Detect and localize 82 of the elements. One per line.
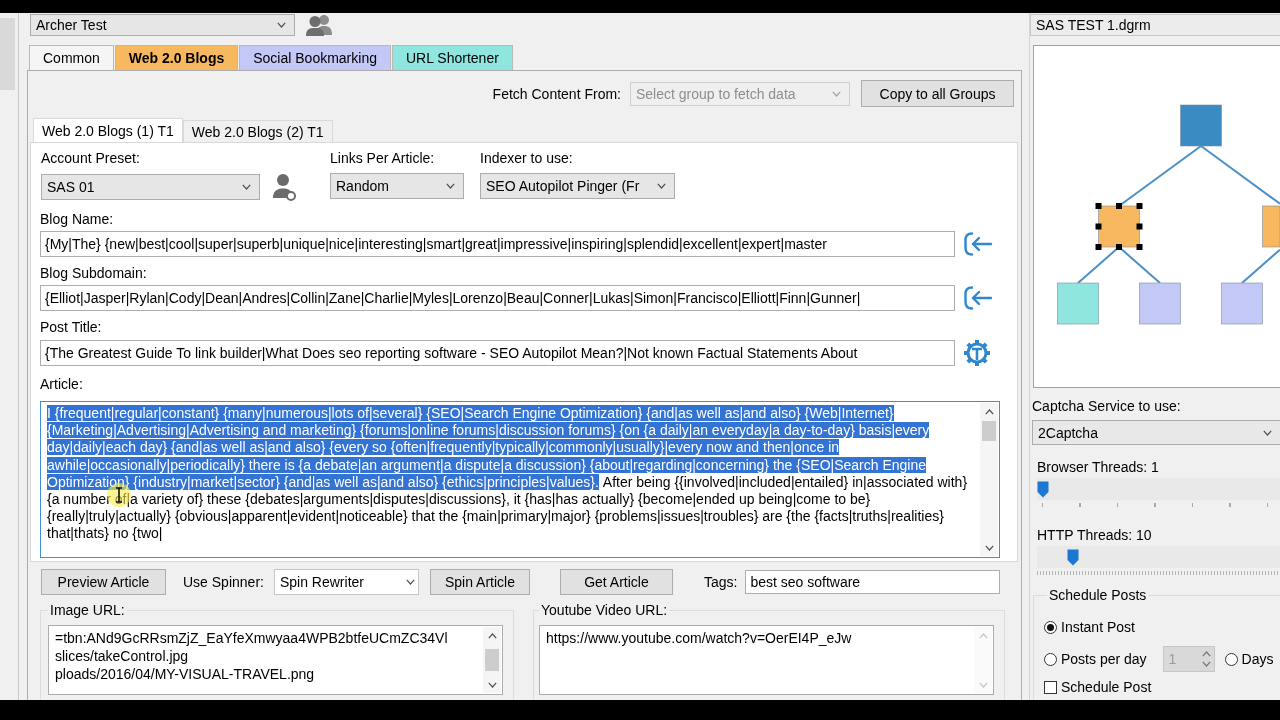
chevron-down-icon xyxy=(657,183,666,189)
tab[interactable]: Web 2.0 Blogs (2) T1 xyxy=(182,120,333,142)
spinner-dropdown[interactable]: Spin Rewriter xyxy=(273,569,419,595)
radio-button[interactable] xyxy=(1044,652,1057,666)
chevron-down-icon xyxy=(1263,429,1272,436)
radio-button[interactable] xyxy=(1044,620,1057,634)
field-label: Blog Subdomain: xyxy=(40,266,148,281)
copy-button[interactable]: Copy to all Groups xyxy=(861,80,1014,107)
tags-field[interactable]: best seo software xyxy=(745,570,1001,594)
chevron-down-icon xyxy=(242,184,251,190)
links-dropdown[interactable]: Random xyxy=(330,173,464,199)
scrollbar-thumb[interactable] xyxy=(982,421,996,441)
chevron-up-icon xyxy=(487,633,497,639)
slider-thumb[interactable] xyxy=(1037,480,1049,498)
radio-label[interactable]: Posts per day xyxy=(1061,651,1147,667)
diagram-node[interactable] xyxy=(1057,282,1099,325)
diagram-node[interactable] xyxy=(1180,104,1222,147)
chevron-down-icon xyxy=(277,22,286,28)
chevron-down-icon xyxy=(405,579,415,585)
preview-article-button[interactable]: Preview Article xyxy=(41,569,166,595)
diagram-node[interactable] xyxy=(1139,282,1181,325)
diagram-node[interactable] xyxy=(1221,282,1263,325)
tab[interactable]: Web 2.0 Blogs (1) T1 xyxy=(33,118,183,142)
text-field[interactable]: {My|The} {new|best|cool|super|superb|unique|nice|interesting|smart|great|impressive|inspiring|splendid|excellent|expert|master xyxy=(40,231,955,257)
vertical-scrollbar[interactable] xyxy=(483,627,501,693)
chevron-up-icon xyxy=(1201,651,1211,657)
diagram-node[interactable] xyxy=(1262,205,1280,248)
chevron-up-icon xyxy=(978,633,988,639)
slider-track[interactable] xyxy=(1037,478,1280,500)
checkbox-label[interactable]: Schedule Post xyxy=(1061,679,1152,695)
field-label: Blog Name: xyxy=(40,212,115,227)
scrollbar-thumb[interactable] xyxy=(485,649,499,671)
checkbox[interactable] xyxy=(1044,680,1057,694)
user-gear-icon[interactable] xyxy=(272,173,296,201)
field-label: Indexer to use: xyxy=(480,151,574,166)
radio-label[interactable]: Days xyxy=(1241,651,1274,667)
chevron-down-icon xyxy=(984,545,994,551)
chevron-down-icon xyxy=(832,90,841,97)
indexer-dropdown[interactable]: SEO Autopilot Pinger (Fr xyxy=(480,173,675,199)
field-label: Article: xyxy=(40,377,84,392)
text-field[interactable]: {The Greatest Guide To link builder|What Does seo reporting software - SEO Autopilot Mean?|Not known Factual Statements About xyxy=(40,340,955,366)
group-title: Youtube Video URL: xyxy=(540,602,669,618)
users-icon[interactable] xyxy=(305,14,333,36)
tags-label: Tags: xyxy=(703,574,738,590)
text-field[interactable]: {Elliot|Jasper|Rylan|Cody|Dean|Andres|Collin|Zane|Charlie|Myles|Lorenzo|Beau|Conner|Lukas|Simon|Francisco|Elliott|Finn|Gunner| xyxy=(40,285,955,311)
image-url-field[interactable]: =tbn:ANd9GcRRsmZjZ_EaYfeXmwyaa4WPB2btfeUCmZC34Vl slices/takeControl.jpg ploads/2016/04/MY-VISUAL-TRAVEL.png xyxy=(48,625,503,695)
group-title: Schedule Posts xyxy=(1048,587,1148,603)
chevron-down-icon xyxy=(487,682,497,688)
group-title: Image URL: xyxy=(49,602,126,618)
field-label: Account Preset: xyxy=(41,151,141,166)
chevron-down-icon xyxy=(446,183,455,189)
slider-track[interactable] xyxy=(1037,546,1280,568)
slider-label: HTTP Threads: 10 xyxy=(1037,527,1153,543)
fetch-label: Fetch Content From: xyxy=(492,85,621,102)
tab[interactable]: Common xyxy=(29,45,114,70)
vertical-scrollbar[interactable] xyxy=(980,403,998,556)
vertical-scrollbar[interactable] xyxy=(974,627,992,693)
field-label: Links Per Article: xyxy=(330,151,436,166)
chevron-down-icon xyxy=(978,682,988,688)
profile-dropdown[interactable]: Archer Test xyxy=(30,14,295,36)
youtube-url-field[interactable]: https://www.youtube.com/watch?v=OerEI4P_eJw xyxy=(539,625,994,695)
chevron-down-icon xyxy=(1201,661,1211,667)
field-label: Post Title: xyxy=(40,320,103,335)
spin-article-button[interactable]: Spin Article xyxy=(429,569,530,595)
chevron-up-icon xyxy=(984,409,994,415)
connector-line xyxy=(1241,248,1280,284)
connector-line xyxy=(1118,246,1161,284)
slider-label: Browser Threads: 1 xyxy=(1037,459,1160,475)
tab[interactable]: URL Shortener xyxy=(391,45,513,70)
tab[interactable]: Social Bookmarking xyxy=(239,45,391,70)
spinner-label: Use Spinner: xyxy=(183,574,264,590)
captcha-dropdown[interactable]: 2Captcha xyxy=(1032,420,1280,445)
get-article-button[interactable]: Get Article xyxy=(559,569,673,595)
radio-label[interactable]: Instant Post xyxy=(1061,619,1135,635)
tab[interactable]: Web 2.0 Blogs xyxy=(114,45,239,70)
file-name-field[interactable]: SAS TEST 1.dgrm xyxy=(1030,14,1280,36)
account-preset-dropdown[interactable]: SAS 01 xyxy=(41,174,260,200)
connector-line xyxy=(1077,246,1120,284)
radio-button[interactable] xyxy=(1224,652,1238,666)
field-label: Captcha Service to use: xyxy=(1032,398,1182,414)
slider-thumb[interactable] xyxy=(1067,548,1079,566)
text-gear-icon[interactable] xyxy=(963,339,991,367)
